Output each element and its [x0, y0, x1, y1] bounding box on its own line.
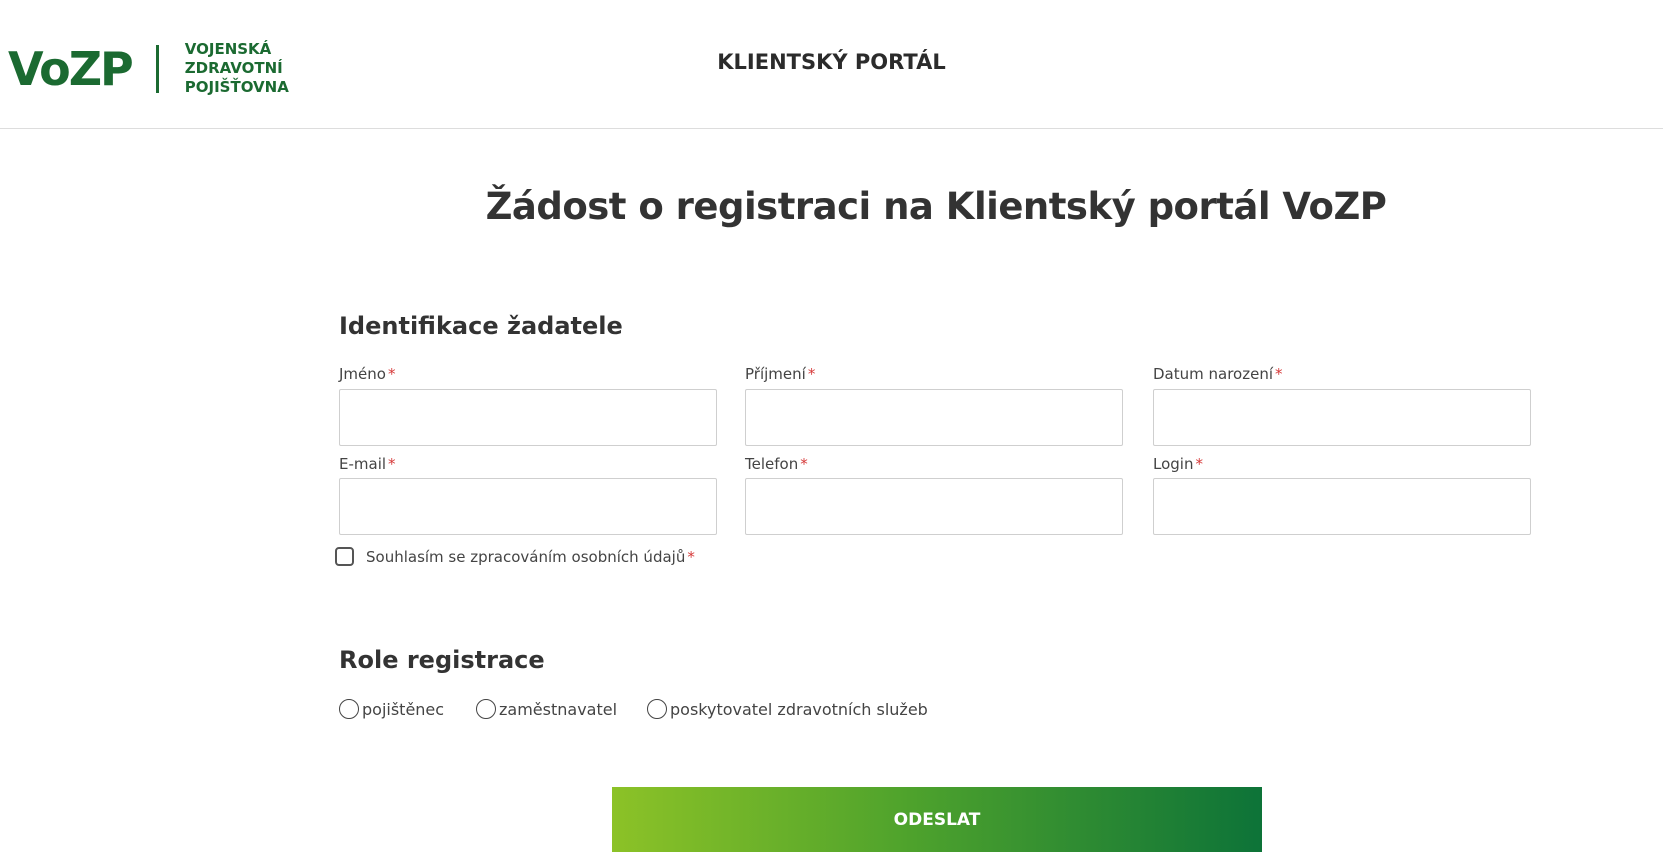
last-name-label-text: Příjmení — [745, 365, 806, 383]
phone-input[interactable] — [745, 478, 1123, 535]
last-name-input[interactable] — [745, 389, 1123, 446]
radio-label: poskytovatel zdravotních služeb — [670, 699, 928, 719]
consent-checkbox[interactable] — [335, 547, 354, 566]
role-option-provider[interactable]: poskytovatel zdravotních služeb — [647, 699, 928, 719]
login-label-text: Login — [1153, 455, 1194, 473]
required-mark: * — [1195, 455, 1203, 473]
email-input[interactable] — [339, 478, 717, 535]
first-name-label: Jméno * — [339, 365, 395, 383]
radio-label: pojištěnec — [362, 699, 445, 719]
radio-button[interactable] — [339, 699, 359, 719]
login-input[interactable] — [1153, 478, 1531, 535]
role-option-insured[interactable]: pojištěnec — [339, 699, 444, 719]
logo-text-line: POJIŠŤOVNA — [184, 78, 289, 96]
phone-label: Telefon * — [745, 455, 808, 473]
first-name-label-text: Jméno — [339, 365, 386, 383]
required-mark: * — [387, 365, 396, 383]
required-mark: * — [800, 455, 808, 473]
first-name-input[interactable] — [339, 389, 717, 446]
role-option-employer[interactable]: zaměstnavatel — [476, 699, 617, 719]
required-mark: * — [1275, 365, 1283, 383]
radio-button[interactable] — [476, 699, 496, 719]
birth-date-input[interactable] — [1153, 389, 1531, 446]
section-title-identification: Identifikace žadatele — [339, 312, 623, 340]
radio-button[interactable] — [647, 699, 667, 719]
required-mark: * — [687, 547, 695, 566]
header: VoZP VOJENSKÁ ZDRAVOTNÍ POJIŠŤOVNA KLIEN… — [0, 0, 1663, 129]
last-name-label: Příjmení * — [745, 365, 815, 383]
email-label: E-mail * — [339, 455, 396, 473]
birth-date-label: Datum narození * — [1153, 365, 1283, 383]
required-mark: * — [388, 455, 396, 473]
consent-label: Souhlasím se zpracováním osobních údajů * — [366, 548, 695, 566]
email-label-text: E-mail — [339, 455, 387, 473]
page-title: Žádost o registraci na Klientský portál … — [485, 185, 1387, 228]
required-mark: * — [807, 365, 816, 383]
consent-checkbox-row[interactable]: Souhlasím se zpracováním osobních údajů * — [335, 547, 695, 566]
login-label: Login * — [1153, 455, 1203, 473]
radio-label: zaměstnavatel — [499, 699, 618, 719]
birth-date-label-text: Datum narození — [1153, 365, 1273, 383]
submit-button[interactable]: ODESLAT — [612, 787, 1262, 852]
portal-title: KLIENTSKÝ PORTÁL — [717, 50, 946, 74]
phone-label-text: Telefon — [745, 455, 799, 473]
section-title-role: Role registrace — [339, 646, 545, 674]
consent-label-text: Souhlasím se zpracováním osobních údajů — [366, 547, 686, 566]
